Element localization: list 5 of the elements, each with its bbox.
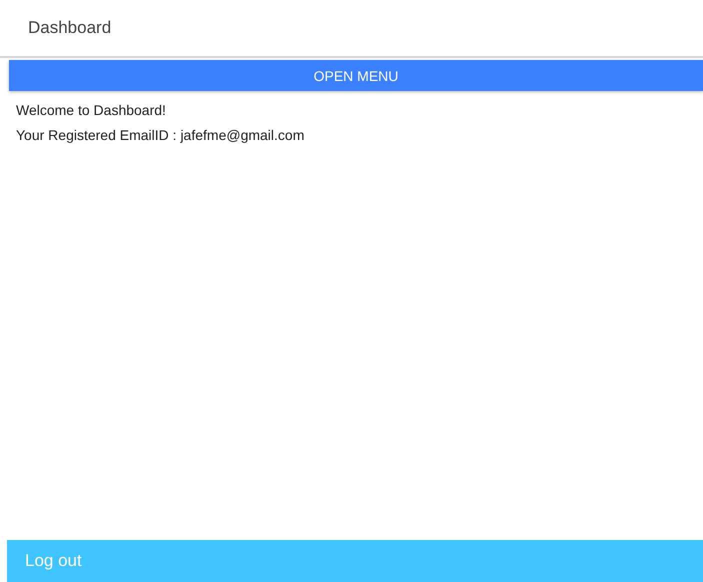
page-title: Dashboard bbox=[28, 18, 112, 38]
info-text: Your Registered EmailID : jafefme@gmail.com bbox=[16, 126, 306, 144]
info-text: Welcome to Dashboard! bbox=[16, 101, 167, 119]
open-menu-button[interactable]: OPEN MENU bbox=[9, 60, 703, 91]
logout-button[interactable]: Log out bbox=[25, 551, 82, 571]
